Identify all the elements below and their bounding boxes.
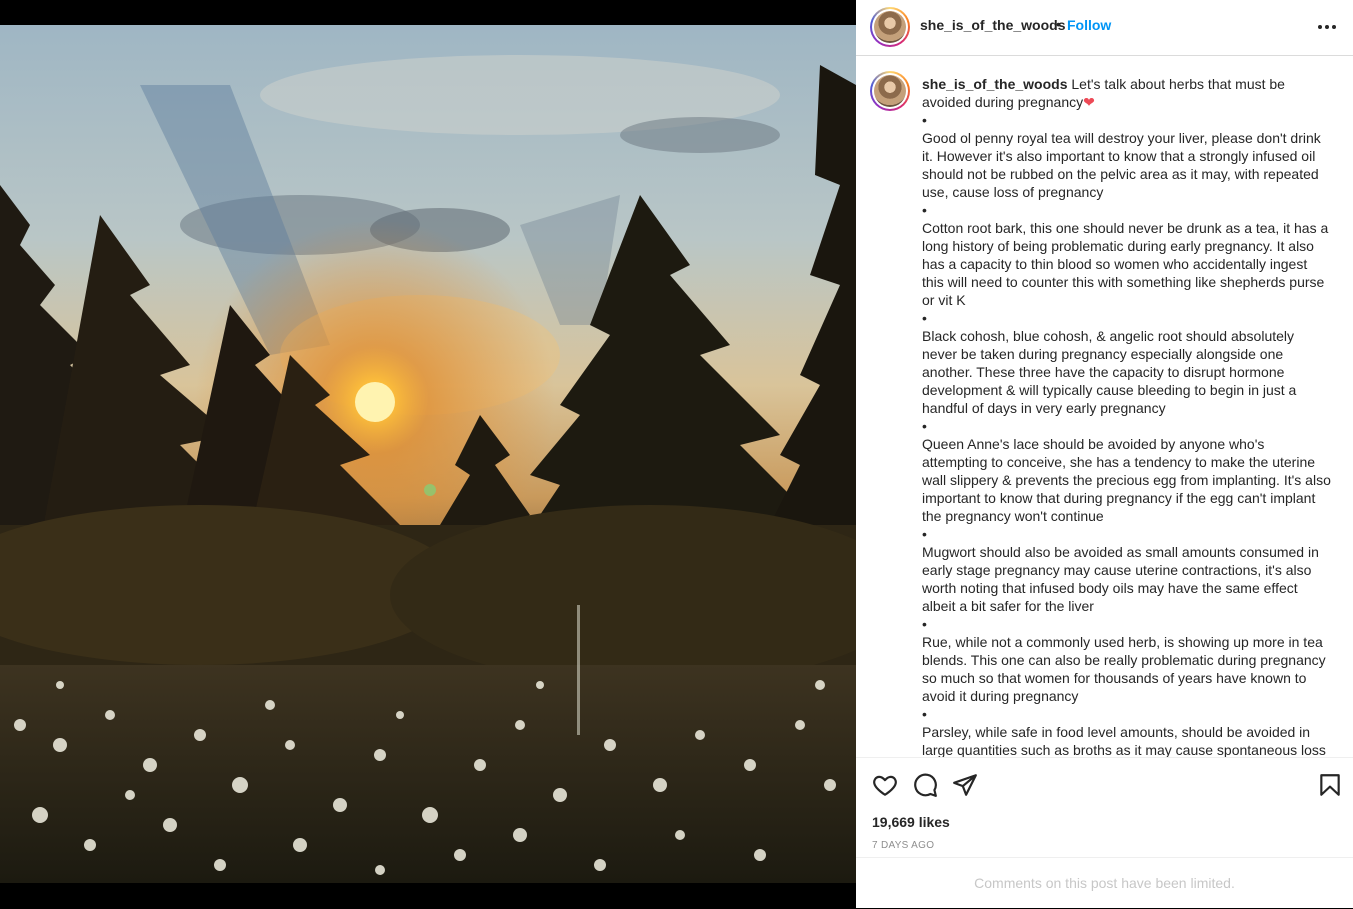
- avatar[interactable]: [870, 7, 910, 47]
- caption-bullet: •: [922, 202, 927, 218]
- post-caption: she_is_of_the_woods Let's talk about her…: [922, 75, 1332, 757]
- heart-icon[interactable]: [872, 772, 898, 798]
- post-date[interactable]: 7 DAYS AGO: [872, 840, 934, 851]
- bookmark-icon[interactable]: [1317, 772, 1343, 798]
- caption-bullet: •: [922, 706, 927, 722]
- comments-area[interactable]: she_is_of_the_woods Let's talk about her…: [856, 57, 1353, 757]
- header-username[interactable]: she_is_of_the_woods: [920, 17, 1066, 33]
- caption-intro: she_is_of_the_woods Let's talk about her…: [922, 75, 1332, 111]
- caption-username[interactable]: she_is_of_the_woods: [922, 76, 1068, 92]
- comment-icon[interactable]: [912, 772, 938, 798]
- caption-bullet: •: [922, 310, 927, 326]
- action-bar: 19,669 likes 7 DAYS AGO: [856, 757, 1353, 857]
- comments-limited-notice: Comments on this post have been limited.: [856, 857, 1353, 908]
- caption-paragraph: Mugwort should also be avoided as small …: [922, 544, 1319, 614]
- more-options-icon[interactable]: [1318, 17, 1342, 37]
- likes-count[interactable]: 19,669 likes: [872, 814, 950, 830]
- caption-bullet: •: [922, 112, 927, 128]
- caption-bullet: •: [922, 616, 927, 632]
- sunset-forest-image: [0, 25, 856, 883]
- post-media: [0, 0, 856, 908]
- post-photo[interactable]: [0, 25, 856, 883]
- post-side-panel: she_is_of_the_woods • Follow she_is_of_t…: [856, 0, 1353, 908]
- post-header: she_is_of_the_woods • Follow: [856, 0, 1353, 56]
- caption-paragraph: Good ol penny royal tea will destroy you…: [922, 130, 1321, 200]
- header-separator: •: [1056, 16, 1061, 32]
- caption-paragraph: Rue, while not a commonly used herb, is …: [922, 634, 1326, 704]
- caption-paragraph: Black cohosh, blue cohosh, & angelic roo…: [922, 328, 1297, 416]
- caption-paragraph: Queen Anne's lace should be avoided by a…: [922, 436, 1331, 524]
- caption-bullet: •: [922, 526, 927, 542]
- follow-button[interactable]: Follow: [1067, 17, 1111, 33]
- caption-paragraph: Cotton root bark, this one should never …: [922, 220, 1329, 308]
- caption-avatar[interactable]: [870, 71, 910, 111]
- caption-paragraph: Parsley, while safe in food level amount…: [922, 724, 1326, 757]
- share-icon[interactable]: [952, 772, 978, 798]
- caption-bullet: •: [922, 418, 927, 434]
- heart-emoji: ❤: [1083, 94, 1095, 110]
